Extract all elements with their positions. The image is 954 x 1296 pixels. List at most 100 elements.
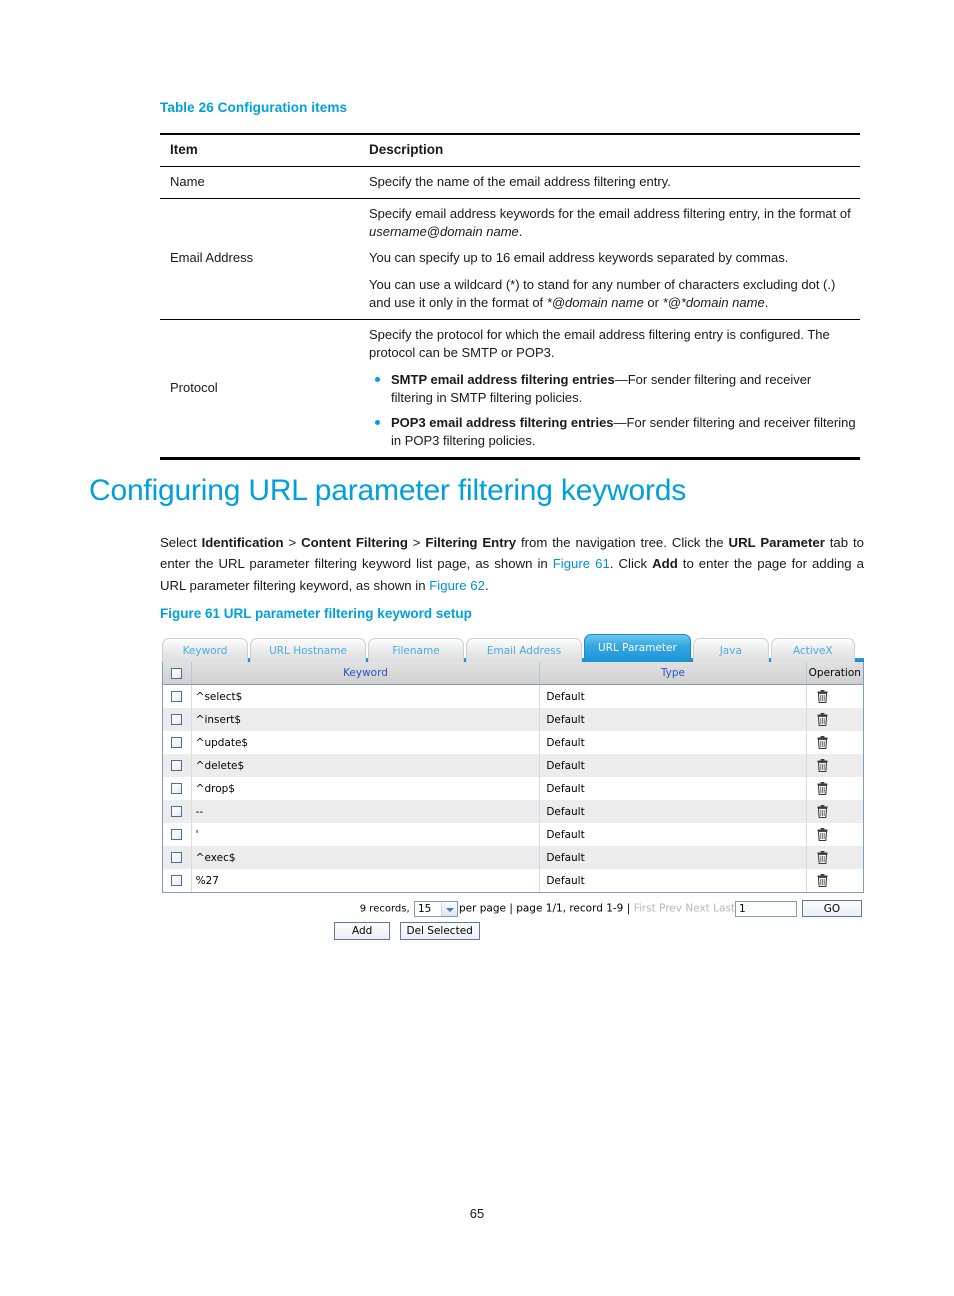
row-select-cell[interactable]: [163, 731, 192, 754]
para-text-4: . Click: [609, 556, 653, 572]
tab-filename[interactable]: Filename: [368, 638, 464, 662]
cell-type: Default: [539, 823, 807, 846]
trash-icon[interactable]: [817, 805, 828, 818]
row-select-cell[interactable]: [163, 708, 192, 731]
tab-activex[interactable]: ActiveX: [770, 638, 855, 662]
row-checkbox[interactable]: [171, 783, 183, 794]
cell-operation[interactable]: [806, 754, 863, 777]
desc-paragraph-count: You can specify up to 16 email address k…: [369, 250, 789, 266]
row-checkbox[interactable]: [171, 852, 183, 863]
chevron-down-icon[interactable]: [440, 901, 457, 916]
trash-icon[interactable]: [817, 713, 828, 726]
action-button-row: Add Del Selected: [162, 922, 864, 940]
bullet-pop3: POP3 email address filtering entries—For…: [369, 414, 856, 450]
cross-reference-figure-62[interactable]: Figure 62: [429, 578, 485, 593]
cell-operation[interactable]: [806, 708, 863, 731]
tab-url-hostname[interactable]: URL Hostname: [250, 638, 366, 662]
grid-body: ^select$ Default ^insert$ Default ^update$ De…: [163, 684, 863, 892]
figure-caption: Figure 61 URL parameter filtering keywor…: [160, 606, 472, 621]
cell-keyword: --: [191, 800, 541, 823]
para-bold-content-filtering: Content Filtering: [301, 535, 408, 550]
cell-keyword: ^select$: [191, 684, 541, 708]
cell-operation[interactable]: [806, 869, 863, 892]
cell-item-email-address: Email Address: [160, 198, 359, 321]
table-row: ^insert$ Default: [163, 708, 863, 731]
page-number-input[interactable]: 1: [735, 900, 797, 917]
protocol-bullet-list: SMTP email address filtering entries—For…: [369, 371, 856, 450]
page-number: 65: [469, 1206, 485, 1221]
web-ui-screenshot: Keyword URL Hostname Filename Email Addr…: [162, 632, 864, 940]
cell-type: Default: [539, 754, 807, 777]
cell-type: Default: [539, 684, 807, 708]
table-caption: Table 26 Configuration items: [160, 100, 348, 115]
cell-keyword: ^exec$: [191, 846, 541, 869]
tab-url-parameter[interactable]: URL Parameter: [584, 634, 691, 662]
trash-icon[interactable]: [817, 851, 828, 864]
cell-operation[interactable]: [806, 684, 863, 708]
pager-next-link[interactable]: Next: [685, 903, 709, 915]
row-select-cell[interactable]: [163, 800, 192, 823]
table-header-row: Item Description: [160, 132, 860, 167]
cell-operation[interactable]: [806, 846, 863, 869]
row-checkbox[interactable]: [171, 760, 183, 771]
cell-type: Default: [539, 708, 807, 731]
cell-operation[interactable]: [806, 800, 863, 823]
table-row-email-address: Email Address Specify email address keyw…: [160, 198, 860, 321]
cell-description-protocol: Specify the protocol for which the email…: [359, 319, 860, 460]
table-row: ^delete$ Default: [163, 754, 863, 777]
cell-operation[interactable]: [806, 823, 863, 846]
tab-keyword[interactable]: Keyword: [162, 638, 248, 662]
row-checkbox[interactable]: [171, 806, 183, 817]
cross-reference-figure-61[interactable]: Figure 61: [553, 556, 610, 571]
table-row: ^exec$ Default: [163, 846, 863, 869]
pager-prev-link[interactable]: Prev: [659, 903, 682, 915]
row-select-cell[interactable]: [163, 684, 192, 708]
cell-keyword: ^drop$: [191, 777, 541, 800]
select-all-header[interactable]: [163, 662, 192, 685]
trash-icon[interactable]: [817, 690, 828, 703]
trash-icon[interactable]: [817, 736, 828, 749]
pagination-bar: 9 records, 15 per page | page 1/1, recor…: [162, 900, 864, 917]
para-sep-2: >: [407, 535, 426, 550]
table-row-protocol: Protocol Specify the protocol for which …: [160, 319, 860, 460]
cell-type: Default: [539, 731, 807, 754]
cell-operation[interactable]: [806, 777, 863, 800]
row-select-cell[interactable]: [163, 846, 192, 869]
table-row-name: Name Specify the name of the email addre…: [160, 166, 860, 199]
tab-email-address[interactable]: Email Address: [466, 638, 582, 662]
select-all-checkbox[interactable]: [171, 667, 183, 679]
cell-operation[interactable]: [806, 731, 863, 754]
pager-first-link[interactable]: First: [634, 903, 656, 915]
column-header-description: Description: [359, 132, 860, 167]
tab-java[interactable]: Java: [692, 638, 769, 662]
cell-description-name: Specify the name of the email address fi…: [359, 166, 860, 199]
row-select-cell[interactable]: [163, 777, 192, 800]
per-page-select[interactable]: 15: [413, 900, 458, 917]
del-selected-button[interactable]: Del Selected: [399, 922, 480, 940]
grid-header-keyword[interactable]: Keyword: [191, 662, 541, 685]
trash-icon[interactable]: [817, 828, 828, 841]
row-select-cell[interactable]: [163, 754, 192, 777]
trash-icon[interactable]: [817, 874, 828, 887]
row-checkbox[interactable]: [171, 737, 183, 748]
pager-last-link[interactable]: Last: [713, 903, 735, 915]
row-checkbox[interactable]: [171, 714, 183, 725]
go-button[interactable]: GO: [802, 900, 862, 917]
cell-item-protocol: Protocol: [160, 319, 359, 460]
row-checkbox[interactable]: [171, 829, 183, 840]
trash-icon[interactable]: [817, 759, 828, 772]
row-select-cell[interactable]: [163, 869, 192, 892]
cell-keyword: ': [191, 823, 541, 846]
keyword-grid-container: Keyword Type Operation ^select$ Default ^i…: [162, 662, 864, 893]
row-checkbox[interactable]: [171, 691, 183, 702]
grid-header-type[interactable]: Type: [539, 662, 807, 685]
row-select-cell[interactable]: [163, 823, 192, 846]
table-row: ^update$ Default: [163, 731, 863, 754]
para-text-6: .: [484, 577, 489, 593]
trash-icon[interactable]: [817, 782, 828, 795]
cell-type: Default: [539, 869, 807, 892]
table-row: %27 Default: [163, 869, 863, 892]
row-checkbox[interactable]: [171, 875, 183, 886]
manual-page: Table 26 Configuration items Item Descri…: [0, 0, 954, 1296]
add-button[interactable]: Add: [334, 922, 391, 940]
